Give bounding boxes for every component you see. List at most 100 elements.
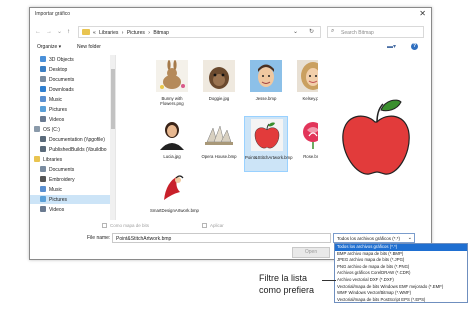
file-type-select[interactable]: Todos los archivos gráficos (*.*) ⌄ — [333, 233, 415, 243]
nav-item-label: Downloads — [49, 87, 74, 93]
file-type-option[interactable]: Todos los archivos gráficos (*.*) — [335, 244, 467, 251]
back-arrow-icon[interactable]: ← — [35, 28, 41, 36]
file-name: Lucia.jpg — [163, 154, 181, 159]
chevron-down-icon[interactable]: ⌄ — [408, 235, 412, 241]
nav-item[interactable]: Videos — [30, 205, 115, 214]
nav-item[interactable]: Embroidery — [30, 175, 115, 184]
thumbnail-image — [297, 60, 318, 92]
nav-item[interactable]: Music — [30, 95, 115, 104]
nav-item[interactable]: Documents — [30, 75, 115, 84]
network-drive-icon — [40, 146, 46, 152]
music-icon — [40, 186, 46, 192]
nav-item-label: Videos — [49, 207, 65, 213]
refresh-icon[interactable]: ↻ — [309, 28, 314, 35]
nav-item[interactable]: Documents — [30, 165, 115, 174]
chevron-down-icon[interactable]: ⌄ — [57, 28, 62, 36]
embroidery-icon — [40, 176, 46, 182]
file-name-label: File name: — [87, 235, 111, 241]
file-type-option[interactable]: BMP archivo mapa de bits (*.BMP) — [335, 251, 467, 258]
nav-item[interactable]: Desktop — [30, 65, 115, 74]
breadcrumb-overflow[interactable]: « — [93, 30, 96, 36]
thumbnail-image — [251, 119, 283, 151]
file-thumbnail[interactable]: Bunny with Flowers.png — [150, 58, 194, 114]
desktop-icon — [40, 66, 46, 72]
open-button[interactable]: Open — [292, 247, 330, 258]
file-name: Jesse.bmp — [255, 96, 277, 101]
address-row: ← → ⌄ ↑ « Libraries › Pictures › Bitmap … — [30, 25, 431, 39]
nav-item[interactable]: Libraries — [30, 155, 115, 164]
nav-item[interactable]: 3D Objects — [30, 55, 115, 64]
file-thumbnail[interactable]: Jesse.bmp — [244, 58, 288, 114]
file-type-option[interactable]: PNG archivo de mapa de bits (*.PNG) — [335, 264, 467, 271]
nav-item[interactable]: Downloads — [30, 85, 115, 94]
search-input[interactable]: ⌕ Search Bitmap — [327, 26, 424, 38]
organize-button[interactable]: Organize ▾ — [37, 44, 61, 50]
up-arrow-icon[interactable]: ↑ — [67, 28, 70, 36]
3d-objects-icon — [40, 56, 46, 62]
new-folder-button[interactable]: New folder — [77, 44, 101, 50]
dialog-titlebar: Importar gráfico ✕ — [30, 8, 431, 20]
nav-item[interactable]: Pictures — [30, 105, 115, 114]
file-thumbnail[interactable]: Rose.bmp — [291, 116, 318, 172]
nav-item[interactable]: PublishedBuilds (\\buildbo — [30, 145, 115, 154]
file-type-option[interactable]: Archivos gráficos CorelDRAW (*.CDR) — [335, 270, 467, 277]
nav-item[interactable]: OS (C:) — [30, 125, 115, 134]
file-type-option[interactable]: Archivo vectorial DXF (*.DXF) — [335, 277, 467, 284]
apple-preview-image — [342, 99, 410, 175]
nav-item-label: Libraries — [43, 157, 63, 163]
callout-line-2: como prefiera — [259, 285, 315, 295]
file-thumbnail[interactable]: Point&StitchArtwork.bmp — [244, 116, 293, 172]
file-thumbnail[interactable]: Opera House.bmp — [197, 116, 241, 172]
videos-icon — [40, 116, 46, 122]
breadcrumb-separator: › — [148, 30, 150, 36]
search-icon: ⌕ — [331, 28, 335, 34]
pictures-icon — [40, 196, 46, 202]
nav-scrollbar-thumb[interactable] — [111, 69, 115, 129]
address-dropdown-icon[interactable]: ⌄ — [293, 28, 298, 35]
command-bar: Organize ▾ New folder ▬▾ ? — [30, 43, 431, 53]
nav-item[interactable]: Pictures — [30, 195, 115, 204]
nav-item[interactable]: Videos — [30, 115, 115, 124]
drive-icon — [34, 126, 40, 132]
libraries-icon — [34, 156, 40, 162]
file-list[interactable]: Bunny with Flowers.png Doggie.jpg Jesse.bm… — [118, 55, 318, 220]
nav-scrollbar[interactable] — [110, 55, 115, 220]
view-options-icon[interactable]: ▬▾ — [387, 43, 396, 50]
file-type-options: Todos los archivos gráficos (*.*) BMP arc… — [335, 244, 467, 303]
as-bitmap-checkbox[interactable] — [102, 223, 107, 228]
file-type-dropdown-list[interactable]: Todos los archivos gráficos (*.*) BMP arc… — [334, 243, 468, 303]
downloads-icon — [40, 86, 46, 92]
file-type-option[interactable]: JPEG archivo mapa de bits (*.JPG) — [335, 257, 467, 264]
thumbnail-image — [156, 60, 188, 92]
nav-item-label: Desktop — [49, 67, 68, 73]
file-thumbnail[interactable]: Doggie.jpg — [197, 58, 241, 114]
file-type-option[interactable]: WMF Windows Vector/Bitmap (*.WMF) — [335, 290, 467, 297]
file-thumbnail[interactable]: SmartDesignArtwork.bmp — [150, 170, 199, 220]
apply-checkbox[interactable] — [202, 223, 207, 228]
apply-label: Aplicar — [210, 223, 224, 228]
pictures-icon — [40, 106, 46, 112]
file-name: Rose.bmp — [303, 154, 318, 159]
nav-item-label: OS (C:) — [43, 127, 60, 133]
breadcrumb-libraries[interactable]: Libraries — [99, 30, 118, 36]
nav-item-label: Music — [49, 187, 63, 193]
address-bar[interactable]: « Libraries › Pictures › Bitmap ⌄ ↻ — [78, 26, 321, 38]
nav-item[interactable]: Music — [30, 185, 115, 194]
file-thumbnail[interactable]: Kelsey.png — [291, 58, 318, 114]
file-type-option[interactable]: Vectorial/mapa de bits PostScript EPS (*… — [335, 297, 467, 304]
file-type-selected: Todos los archivos gráficos (*.*) — [337, 236, 401, 241]
nav-item-label: Documentation (\\pgofile) — [49, 137, 105, 143]
file-name-input[interactable]: Point&StitchArtwork.bmp — [112, 233, 331, 243]
nav-item[interactable]: Documentation (\\pgofile) — [30, 135, 115, 144]
file-thumbnail[interactable]: Lucia.jpg — [150, 116, 194, 172]
navigation-pane[interactable]: 3D Objects Desktop Documents Downloads Music… — [30, 55, 116, 220]
forward-arrow-icon[interactable]: → — [46, 28, 52, 36]
file-type-option[interactable]: Vectorial/mapa de bits Windows EMF mejor… — [335, 284, 467, 291]
close-icon[interactable]: ✕ — [419, 9, 426, 19]
nav-item-label: 3D Objects — [49, 57, 74, 63]
breadcrumb-pictures[interactable]: Pictures — [127, 30, 145, 36]
breadcrumb-bitmap[interactable]: Bitmap — [153, 30, 169, 36]
as-bitmap-label: Como mapa de bits — [110, 223, 150, 228]
help-icon[interactable]: ? — [411, 43, 418, 50]
videos-icon — [40, 206, 46, 212]
